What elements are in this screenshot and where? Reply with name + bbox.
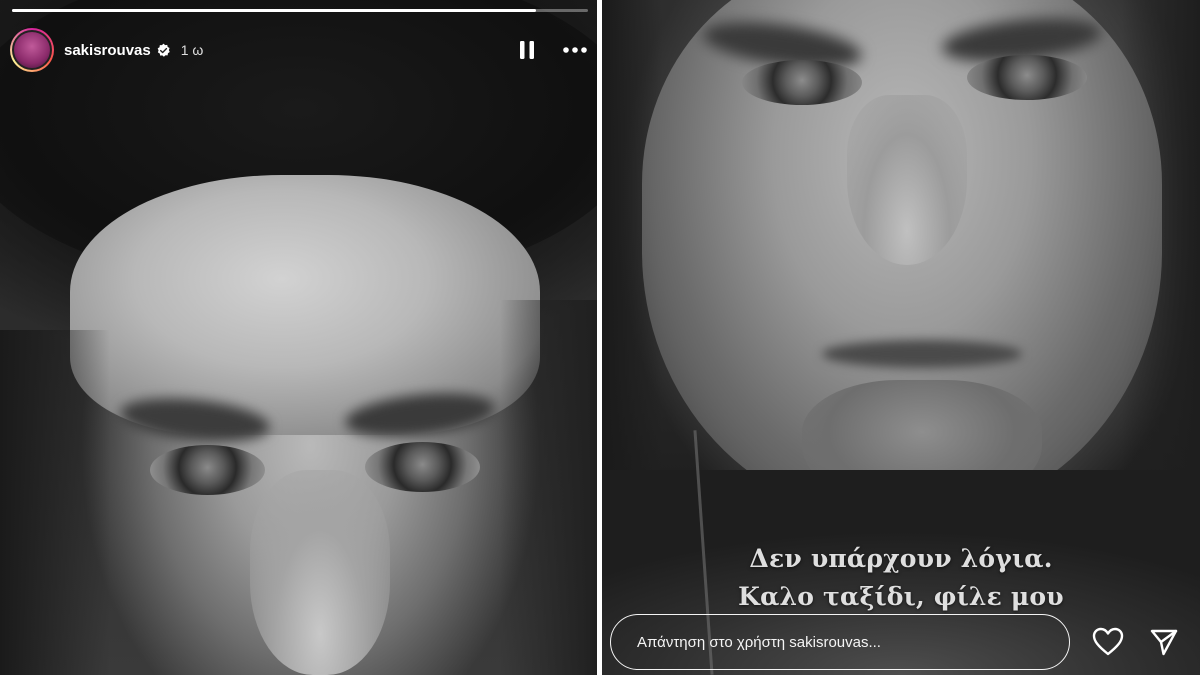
story-photo-face [642,0,1162,520]
heart-icon[interactable] [1090,624,1126,660]
caption-line: Δεν υπάρχουν λόγια. [749,544,1053,573]
avatar-image [12,30,52,70]
story-photo-brow [118,392,272,448]
username[interactable]: sakisrouvas [64,42,151,59]
reply-input[interactable] [610,614,1070,670]
avatar[interactable] [10,28,54,72]
story-photo-nose [847,95,967,265]
story-photo-eye [150,445,265,495]
story-photo-chin [802,380,1042,510]
story-photo-brow [343,387,497,443]
story-progress-fill [12,9,537,12]
story-photo-brow [699,14,865,76]
story-photo-eye [967,55,1087,100]
story-right-frame[interactable]: Δεν υπάρχουν λόγια. Καλο ταξίδι, φίλε μο… [602,0,1200,675]
story-photo-forehead [70,175,540,435]
story-photo-brow [940,11,1104,69]
reply-bar [610,612,1193,672]
story-photo-nose [250,470,390,675]
story-header: sakisrouvas 1 ω [10,28,590,72]
story-timestamp: 1 ω [180,42,204,58]
send-icon[interactable] [1146,624,1182,660]
story-caption: Δεν υπάρχουν λόγια. Καλο ταξίδι, φίλε μο… [602,540,1200,616]
story-photo-shadow [1122,0,1200,675]
story-progress-bar [12,9,588,12]
story-left-frame[interactable]: sakisrouvas 1 ω [0,0,597,675]
story-photo-shadow [602,0,662,675]
story-photo-shadow [0,330,110,675]
story-photo-mouth [822,340,1022,368]
caption-line: Καλο ταξίδι, φίλε μου [738,582,1064,611]
more-options-icon[interactable] [560,35,590,65]
story-photo-eye [742,60,862,105]
story-photo-shadow [500,300,597,675]
verified-badge-icon [156,43,171,58]
story-photo-eye [365,442,480,492]
pause-icon[interactable] [512,35,542,65]
